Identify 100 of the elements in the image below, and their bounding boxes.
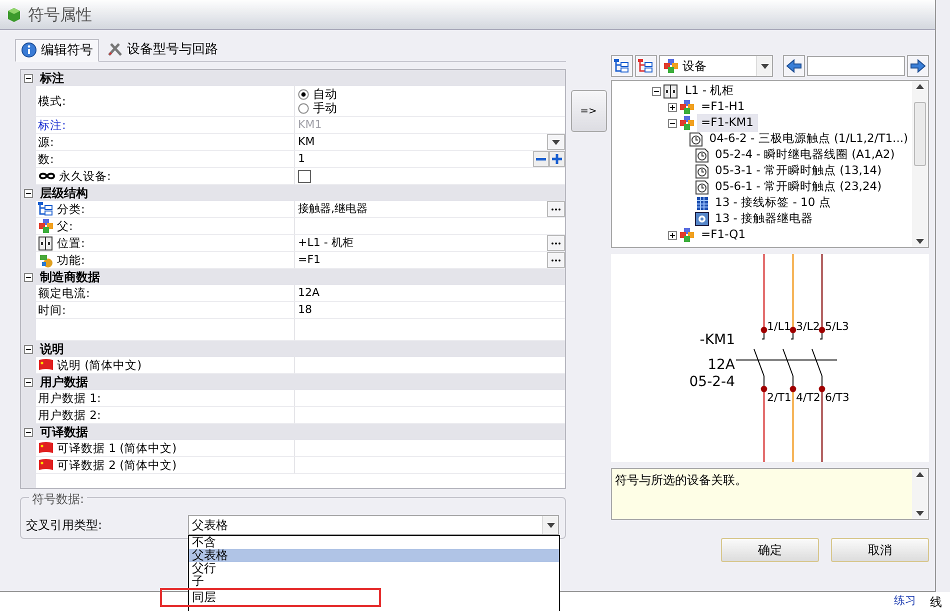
- collapse-icon[interactable]: [24, 344, 33, 354]
- property-label: 父:: [57, 219, 73, 233]
- section-title: 用户数据: [39, 375, 88, 389]
- next-button[interactable]: [907, 55, 930, 77]
- expand-icon[interactable]: [668, 102, 677, 112]
- browse-button[interactable]: [547, 201, 565, 217]
- search-field[interactable]: [807, 56, 906, 76]
- tree-item[interactable]: 05-2-4 - 瞬时继电器线圈 (A1,A2): [711, 146, 899, 164]
- filter-dropdown[interactable]: 设备: [658, 55, 774, 77]
- tree-item[interactable]: L1 - 机柜: [681, 82, 738, 100]
- scroll-up-icon: [916, 472, 924, 477]
- cross-reference-dropdown[interactable]: 父表格: [188, 515, 559, 535]
- radio-button[interactable]: [298, 102, 309, 114]
- terminal-label: 1/L1: [767, 320, 791, 333]
- collapse-icon[interactable]: [652, 86, 661, 96]
- tree-view-button[interactable]: [634, 55, 657, 77]
- dropdown-option[interactable]: 同层: [189, 591, 216, 604]
- property-label: 可译数据 1 (简体中文): [57, 441, 177, 455]
- right-arrow-icon: [910, 59, 926, 73]
- ellipsis-icon: [551, 258, 561, 262]
- cube-icon: [6, 6, 22, 22]
- cancel-button[interactable]: 取消: [831, 538, 929, 562]
- property-value: =F1: [298, 253, 321, 267]
- tree-item[interactable]: =F1-KM1: [697, 114, 758, 132]
- hierarchy-icon: [638, 59, 654, 73]
- property-value: 1: [298, 152, 305, 166]
- property-label: 源:: [38, 135, 54, 149]
- tree-item[interactable]: 13 - 接触器继电器: [711, 210, 818, 228]
- property-value: 18: [298, 303, 312, 317]
- property-label: 模式:: [38, 94, 66, 108]
- plus-button[interactable]: [549, 151, 565, 167]
- ellipsis-icon: [551, 208, 561, 210]
- scrollbar[interactable]: [912, 81, 928, 247]
- tools-icon: [107, 41, 123, 58]
- page-reference-label: 05-2-4: [689, 374, 735, 390]
- description-text: 符号与所选的设备关联。: [614, 472, 748, 489]
- tab[interactable]: 设备型号与回路: [101, 38, 224, 61]
- terminal-label: 6/T3: [825, 391, 850, 404]
- dropdown-option[interactable]: 父表格: [189, 549, 559, 562]
- tree-view-button[interactable]: [611, 55, 633, 77]
- tab[interactable]: 编辑符号: [15, 38, 99, 62]
- property-value: +L1 - 机柜: [298, 236, 354, 250]
- browse-button[interactable]: [547, 235, 565, 251]
- expand-icon[interactable]: [668, 230, 677, 240]
- property-label: 位置:: [57, 236, 85, 250]
- section-title: 层级结构: [39, 186, 88, 200]
- tree-item[interactable]: 05-3-1 - 常开瞬时触点 (13,14): [711, 162, 886, 180]
- cubes-icon: [679, 116, 695, 130]
- tree-item[interactable]: =F1-Q1: [697, 226, 750, 244]
- collapse-icon[interactable]: [24, 428, 33, 436]
- property-label: 标注:: [38, 118, 66, 132]
- radio-option[interactable]: 手动: [298, 101, 337, 115]
- link[interactable]: 练习: [894, 593, 916, 610]
- radio-option[interactable]: 自动: [298, 87, 337, 101]
- caret-icon: [546, 522, 554, 528]
- dropdown-option[interactable]: 父行: [189, 562, 216, 575]
- section-title: 标注: [38, 71, 64, 85]
- dropdown-button[interactable]: [547, 134, 565, 150]
- flag-icon: [38, 442, 54, 454]
- rating-label: 12A: [708, 357, 735, 373]
- property-label: 数:: [38, 152, 54, 166]
- property-label: 用户数据 2:: [38, 408, 101, 422]
- ok-button[interactable]: 确定: [721, 538, 819, 562]
- dropdown-option[interactable]: 不含: [189, 536, 216, 549]
- flag-icon: [38, 459, 54, 471]
- tree-item[interactable]: 13 - 接线标签 - 10 点: [711, 194, 835, 212]
- radio-button[interactable]: [298, 88, 309, 100]
- collapse-icon[interactable]: [24, 74, 33, 82]
- property-value: KM: [298, 135, 315, 149]
- property-label: 时间:: [38, 303, 66, 317]
- cabinet-icon: [663, 84, 679, 98]
- property-label: 功能:: [57, 253, 85, 267]
- symbol-page-icon: [695, 180, 709, 194]
- group-title: 符号数据:: [29, 490, 88, 508]
- previous-button[interactable]: [783, 55, 806, 77]
- dropdown-option[interactable]: 子: [189, 575, 204, 588]
- terminal-label: 4/T2: [796, 391, 820, 404]
- collapse-icon[interactable]: [668, 118, 677, 128]
- collapse-icon[interactable]: [24, 188, 33, 198]
- transfer-button[interactable]: =>: [570, 90, 606, 132]
- symbol-page-icon: [689, 132, 704, 146]
- checkbox[interactable]: [298, 170, 311, 182]
- property-label: 分类:: [57, 202, 85, 216]
- minus-button[interactable]: [533, 151, 549, 167]
- cubes-icon: [38, 219, 54, 233]
- tree-item[interactable]: =F1-H1: [697, 98, 749, 116]
- tree-item[interactable]: 04-6-2 - 三极电源触点 (1/L1,2/T1...): [705, 130, 912, 148]
- scroll-down-icon: [916, 239, 924, 244]
- browse-button[interactable]: [547, 252, 565, 268]
- section-title: 制造商数据: [38, 270, 100, 284]
- infinity-icon: [38, 171, 56, 181]
- cubes-icon: [679, 100, 695, 114]
- ellipsis-icon: [551, 242, 561, 244]
- collapse-icon[interactable]: [24, 378, 33, 386]
- property-value: 接触器,继电器: [298, 202, 368, 216]
- collapse-icon[interactable]: [24, 272, 33, 282]
- tree-item[interactable]: 05-6-1 - 常开瞬时触点 (23,24): [711, 178, 886, 196]
- property-label: 永久设备:: [59, 169, 111, 183]
- hierarchy-icon: [38, 202, 54, 216]
- property-value: KM1: [298, 118, 322, 132]
